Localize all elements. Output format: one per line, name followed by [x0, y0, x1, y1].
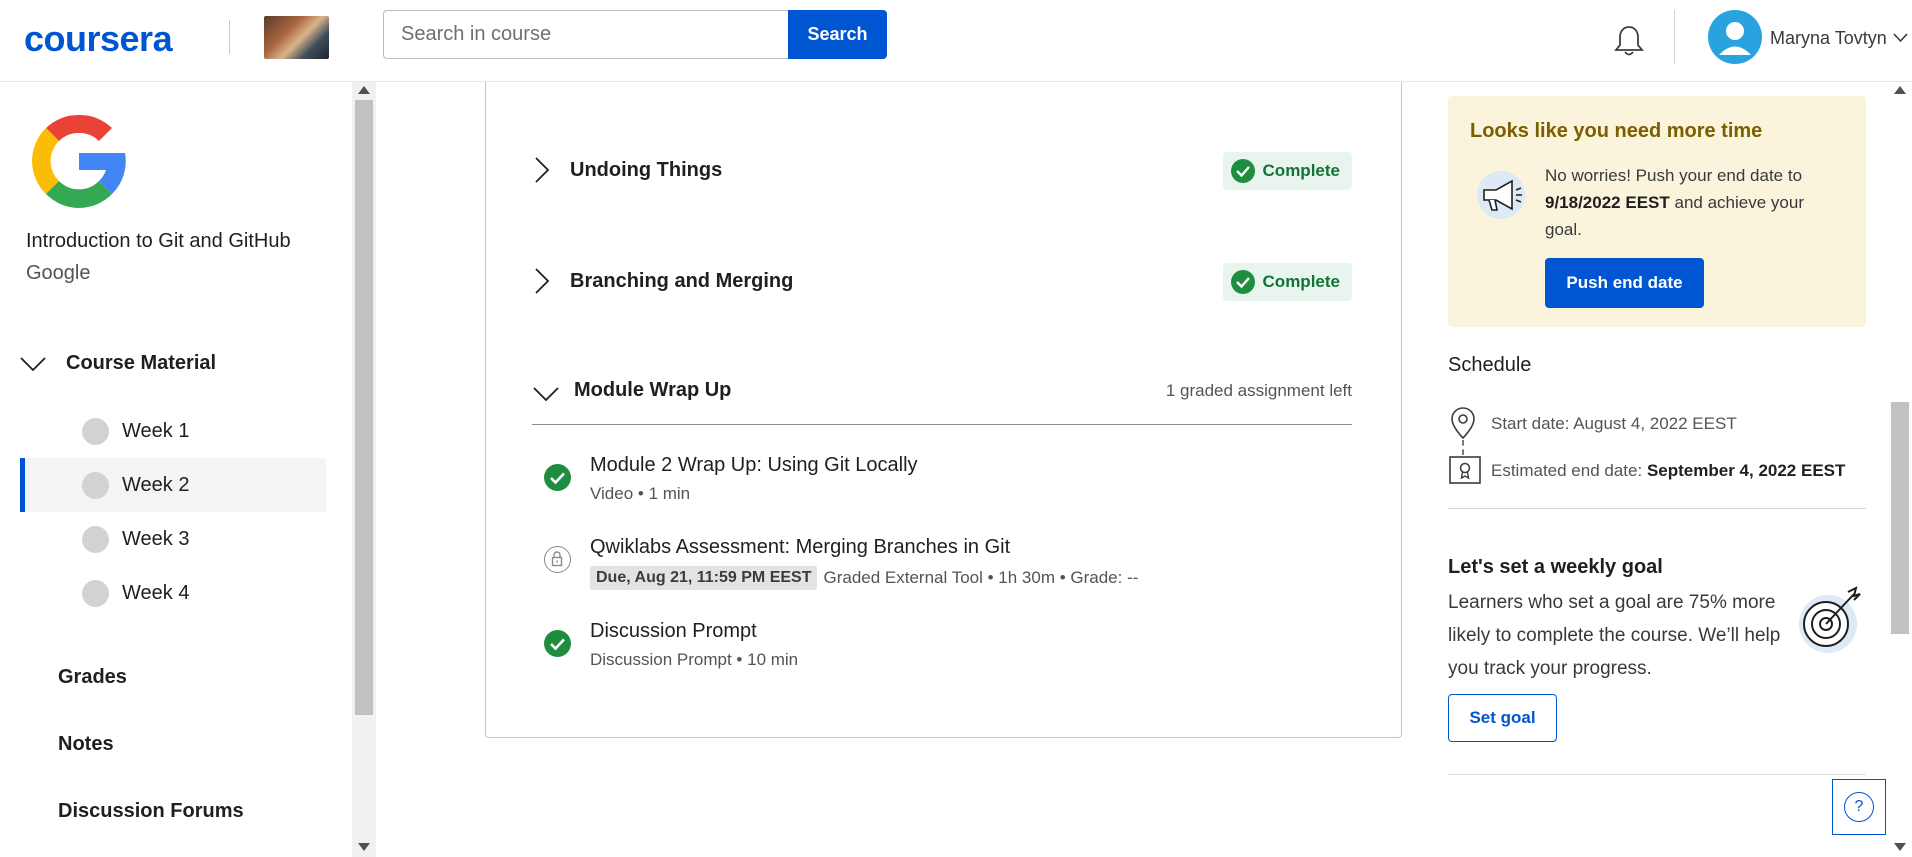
user-name[interactable]: Maryna Tovtyn	[1770, 28, 1887, 49]
divider	[1448, 774, 1866, 775]
sidebar-scrollbar[interactable]	[352, 82, 376, 857]
set-goal-button[interactable]: Set goal	[1448, 694, 1557, 742]
banner-date: 9/18/2022 EEST	[1545, 193, 1670, 212]
scrollbar-thumb[interactable]	[1891, 402, 1909, 634]
scroll-down-arrow-icon[interactable]	[358, 843, 370, 851]
sidebar-item-notes[interactable]: Notes	[58, 733, 114, 756]
banner-title: Looks like you need more time	[1470, 120, 1763, 142]
week-label: Week 1	[122, 419, 190, 442]
banner-text: No worries! Push your end date to 9/18/2…	[1545, 162, 1845, 243]
item-title[interactable]: Discussion Prompt	[590, 620, 757, 643]
progress-dot-icon	[82, 417, 109, 445]
sidebar-item-grades[interactable]: Grades	[58, 666, 127, 689]
goal-heading: Let's set a weekly goal	[1448, 556, 1663, 578]
bell-icon[interactable]	[1613, 24, 1645, 58]
estimated-end-date: Estimated end date: September 4, 2022 EE…	[1491, 461, 1845, 481]
sidebar-item-week-2[interactable]: Week 2	[20, 458, 326, 512]
lesson-row-module-wrap-up[interactable]: Module Wrap Up 1 graded assignment left	[532, 369, 1352, 425]
check-circle-icon	[544, 630, 571, 657]
chevron-right-icon	[535, 268, 550, 294]
lesson-title: Module Wrap Up	[574, 379, 732, 401]
logo-divider	[229, 20, 230, 54]
sidebar-item-discussion-forums[interactable]: Discussion Forums	[58, 800, 244, 823]
week-label: Week 4	[122, 581, 190, 604]
item-meta-text: Video • 1 min	[590, 484, 691, 503]
module-card: Undoing Things Complete Branching and Me…	[485, 82, 1402, 738]
divider	[1448, 508, 1866, 509]
item-title[interactable]: Module 2 Wrap Up: Using Git Locally	[590, 454, 918, 477]
location-pin-icon	[1451, 407, 1475, 440]
sidebar: Introduction to Git and GitHub Google Co…	[0, 82, 352, 857]
help-button[interactable]: ?	[1832, 779, 1886, 835]
item-meta: Due, Aug 21, 11:59 PM EEST Graded Extern…	[590, 566, 1138, 590]
complete-badge: Complete	[1222, 152, 1352, 190]
lock-icon	[544, 546, 571, 573]
timeline-connector	[1462, 440, 1464, 455]
graded-assignments-left: 1 graded assignment left	[1165, 381, 1352, 400]
more-time-banner: Looks like you need more time No worries…	[1448, 96, 1866, 327]
lesson-row-undoing-things[interactable]: Undoing Things Complete	[532, 148, 1352, 192]
avatar[interactable]	[1708, 10, 1762, 64]
check-circle-icon	[1230, 270, 1255, 294]
chevron-down-icon	[20, 356, 46, 371]
chevron-down-icon	[533, 387, 559, 402]
end-date-label: Estimated end date:	[1491, 461, 1643, 480]
search-input[interactable]: Search in course	[383, 10, 789, 59]
megaphone-icon	[1477, 171, 1525, 219]
chevron-right-icon	[535, 157, 550, 183]
course-title: Introduction to Git and GitHub	[26, 230, 291, 252]
top-header: coursera Search in course Search Maryna …	[0, 0, 1912, 82]
banner-text-prefix: No worries! Push your end date to	[1545, 166, 1803, 185]
push-end-date-button[interactable]: Push end date	[1545, 258, 1704, 308]
google-logo	[32, 114, 126, 208]
header-divider	[1674, 10, 1675, 64]
help-icon: ?	[1844, 792, 1874, 822]
scroll-up-arrow-icon[interactable]	[1894, 86, 1906, 94]
scroll-down-arrow-icon[interactable]	[1894, 843, 1906, 851]
item-meta-text: Discussion Prompt • 10 min	[590, 650, 799, 669]
week-label: Week 3	[122, 527, 190, 550]
search-button[interactable]: Search	[788, 10, 887, 59]
week-label: Week 2	[122, 473, 190, 496]
item-title[interactable]: Qwiklabs Assessment: Merging Branches in…	[590, 536, 1010, 559]
start-date: Start date: August 4, 2022 EEST	[1491, 414, 1737, 433]
progress-dot-icon	[82, 579, 109, 607]
certificate-icon	[1449, 456, 1481, 484]
progress-dot-icon	[82, 525, 109, 553]
course-thumbnail[interactable]	[264, 16, 329, 59]
end-date-value: September 4, 2022 EEST	[1646, 461, 1846, 480]
complete-label: Complete	[1262, 272, 1340, 291]
lesson-title: Undoing Things	[570, 158, 723, 181]
sidebar-item-week-3[interactable]: Week 3	[20, 512, 326, 566]
item-meta: Discussion Prompt • 10 min	[590, 650, 798, 670]
check-circle-icon	[544, 464, 571, 491]
target-icon	[1799, 586, 1861, 653]
scroll-up-arrow-icon[interactable]	[358, 86, 370, 94]
progress-dot-icon	[82, 471, 109, 499]
scrollbar-thumb[interactable]	[355, 100, 373, 715]
complete-label: Complete	[1262, 161, 1340, 180]
sidebar-item-week-1[interactable]: Week 1	[20, 404, 326, 458]
course-partner: Google	[26, 262, 91, 284]
due-date-badge: Due, Aug 21, 11:59 PM EEST	[590, 566, 818, 590]
course-material-toggle[interactable]: Course Material	[20, 352, 216, 375]
lesson-row-branching-and-merging[interactable]: Branching and Merging Complete	[532, 259, 1352, 303]
coursera-logo[interactable]: coursera	[24, 18, 173, 60]
item-meta-text: Graded External Tool • 1h 30m • Grade: -…	[823, 568, 1139, 587]
check-circle-icon	[1230, 159, 1255, 183]
page-scrollbar[interactable]	[1888, 82, 1912, 857]
chevron-down-icon[interactable]	[1893, 33, 1908, 43]
sidebar-item-week-4[interactable]: Week 4	[20, 566, 326, 620]
item-meta: Video • 1 min	[590, 484, 690, 504]
course-material-label: Course Material	[66, 352, 217, 374]
goal-text: Learners who set a goal are 75% more lik…	[1448, 592, 1781, 679]
schedule-heading: Schedule	[1448, 354, 1532, 376]
lesson-title: Branching and Merging	[570, 269, 794, 292]
complete-badge: Complete	[1222, 263, 1352, 301]
